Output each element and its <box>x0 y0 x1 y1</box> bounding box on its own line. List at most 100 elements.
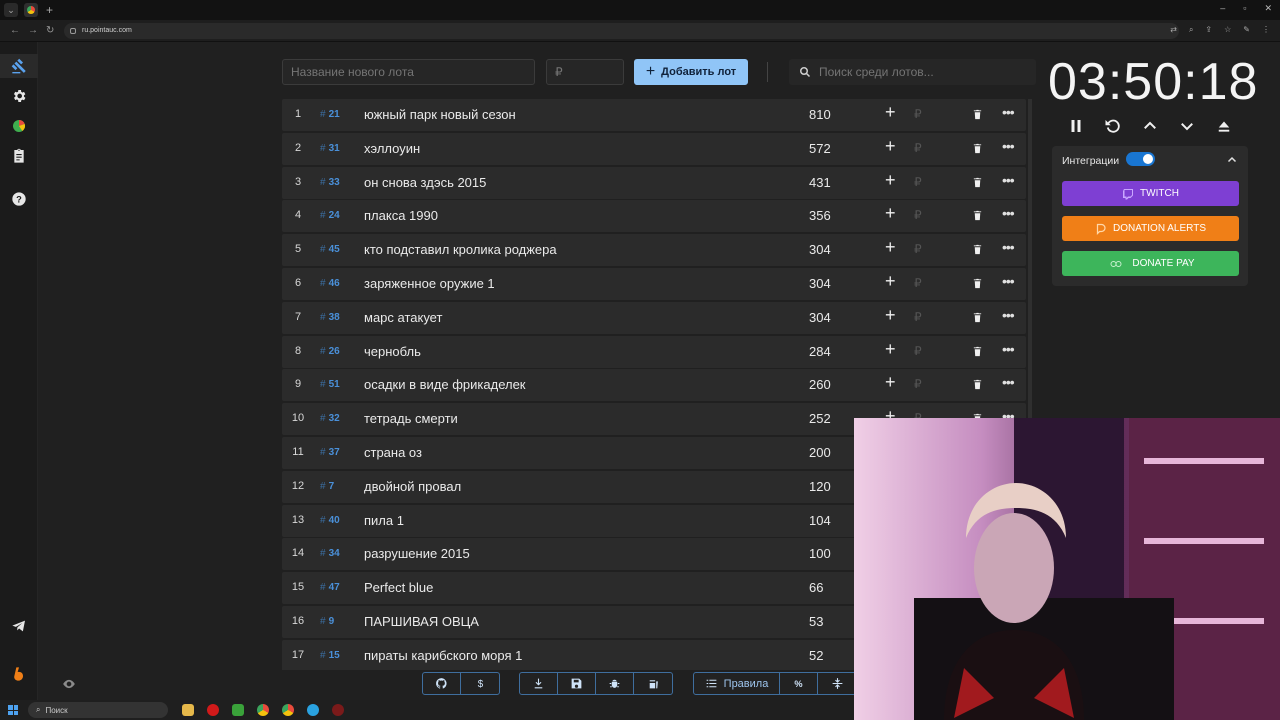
download-button[interactable] <box>520 673 558 694</box>
add-time-button[interactable] <box>1140 116 1159 135</box>
share-icon[interactable]: ⇪ <box>1205 25 1212 35</box>
obs-icon[interactable] <box>332 704 344 716</box>
chrome-icon-2[interactable] <box>282 704 294 716</box>
lot-row[interactable]: 2 #31 хэллоуин 572 + ₽ ••• <box>282 132 1026 165</box>
lot-name[interactable]: тетрадь смерти <box>364 411 458 426</box>
back-icon[interactable]: ← <box>10 25 20 36</box>
lot-amount[interactable]: 284 <box>809 344 831 359</box>
lot-amount[interactable]: 304 <box>809 276 831 291</box>
reduce-time-button[interactable] <box>1177 116 1196 135</box>
lot-search-input[interactable] <box>819 65 1019 79</box>
more-options-button[interactable]: ••• <box>1002 172 1015 188</box>
windows-start-icon[interactable] <box>8 705 18 715</box>
delete-lot-button[interactable] <box>972 345 983 358</box>
lot-id[interactable]: #40 <box>320 515 340 526</box>
telegram-taskbar-icon[interactable] <box>307 704 319 716</box>
lot-name[interactable]: пила 1 <box>364 513 404 528</box>
more-options-button[interactable]: ••• <box>1002 374 1015 390</box>
lot-name[interactable]: пираты карибского моря 1 <box>364 648 522 663</box>
lot-id[interactable]: #32 <box>320 413 340 424</box>
lot-amount[interactable]: 104 <box>809 513 831 528</box>
lot-row[interactable]: 6 #46 заряженное оружие 1 304 + ₽ ••• <box>282 267 1026 300</box>
lot-amount[interactable]: 572 <box>809 141 831 156</box>
lot-name[interactable]: двойной провал <box>364 479 461 494</box>
lot-row[interactable]: 3 #33 он снова здэсь 2015 431 + ₽ ••• <box>282 166 1026 199</box>
lot-id[interactable]: #38 <box>320 312 340 323</box>
sidebar-item-auction[interactable] <box>0 54 38 78</box>
more-options-button[interactable]: ••• <box>1002 205 1015 221</box>
add-amount-button[interactable]: + <box>885 137 896 155</box>
eject-button[interactable] <box>1214 116 1233 135</box>
add-amount-button[interactable]: + <box>885 306 896 324</box>
lot-name[interactable]: марс атакует <box>364 310 442 325</box>
donate-pay-button[interactable]: DONATE PAY <box>1062 251 1239 276</box>
sidebar-item-history[interactable] <box>0 144 38 168</box>
bookmark-star-icon[interactable]: ☆ <box>1224 25 1231 35</box>
lot-name[interactable]: ПАРШИВАЯ ОВЦА <box>364 614 479 629</box>
site-info-icon[interactable] <box>70 27 76 34</box>
delete-lot-button[interactable] <box>972 108 983 121</box>
add-amount-button[interactable]: + <box>885 204 896 222</box>
lot-amount[interactable]: 52 <box>809 648 823 663</box>
tab-list-button[interactable]: ⌄ <box>4 3 18 17</box>
more-options-button[interactable]: ••• <box>1002 138 1015 154</box>
reload-icon[interactable]: ↻ <box>46 25 54 36</box>
save-button[interactable] <box>558 673 596 694</box>
add-amount-button[interactable]: + <box>885 238 896 256</box>
new-tab-button[interactable]: + <box>46 3 53 17</box>
add-lot-button[interactable]: + Добавить лот <box>634 59 748 85</box>
sidebar-item-settings[interactable] <box>0 84 38 108</box>
sidebar-item-telegram[interactable] <box>0 614 38 638</box>
collapse-chevron-icon[interactable] <box>1226 154 1238 166</box>
lot-name[interactable]: плакса 1990 <box>364 208 438 223</box>
lot-id[interactable]: #15 <box>320 650 340 661</box>
lot-id[interactable]: #34 <box>320 548 340 559</box>
lot-amount[interactable]: 66 <box>809 580 823 595</box>
lot-row[interactable]: 9 #51 осадки в виде фрикаделек 260 + ₽ ••• <box>282 369 1026 402</box>
lot-id[interactable]: #31 <box>320 143 340 154</box>
new-lot-amount-input[interactable] <box>546 59 624 85</box>
twitch-button[interactable]: TWITCH <box>1062 181 1239 206</box>
donation-alerts-button[interactable]: DONATION ALERTS <box>1062 216 1239 241</box>
lot-id[interactable]: #26 <box>320 346 340 357</box>
delete-lot-button[interactable] <box>972 142 983 155</box>
add-amount-button[interactable]: + <box>885 373 896 391</box>
lot-id[interactable]: #45 <box>320 244 340 255</box>
delete-lot-button[interactable] <box>972 209 983 222</box>
browser-tab[interactable] <box>24 3 38 17</box>
lot-name[interactable]: страна оз <box>364 445 422 460</box>
lot-id[interactable]: #37 <box>320 447 340 458</box>
lot-row[interactable]: 4 #24 плакса 1990 356 + ₽ ••• <box>282 200 1026 233</box>
opera-icon[interactable] <box>207 704 219 716</box>
delete-lot-button[interactable] <box>972 378 983 391</box>
sidebar-item-help[interactable]: ? <box>0 187 38 211</box>
sidebar-item-wheel[interactable] <box>0 114 38 138</box>
rules-button[interactable]: Правила <box>694 673 780 694</box>
more-options-button[interactable]: ••• <box>1002 104 1015 120</box>
lot-amount[interactable]: 100 <box>809 546 831 561</box>
lot-row[interactable]: 1 #21 южный парк новый сезон 810 + ₽ ••• <box>282 99 1026 131</box>
translate-icon[interactable]: ⇄ <box>1170 25 1177 35</box>
lot-amount[interactable]: 120 <box>809 479 831 494</box>
more-options-button[interactable]: ••• <box>1002 239 1015 255</box>
lot-amount[interactable]: 252 <box>809 411 831 426</box>
lot-id[interactable]: #51 <box>320 379 340 390</box>
lot-name[interactable]: заряженное оружие 1 <box>364 276 495 291</box>
new-lot-name-input[interactable] <box>282 59 535 85</box>
url-field[interactable]: ru.pointauc.com <box>64 22 1179 39</box>
lot-name[interactable]: кто подставил кролика роджера <box>364 242 557 257</box>
delete-lot-button[interactable] <box>972 311 983 324</box>
align-button[interactable] <box>818 673 856 694</box>
donate-link-button[interactable]: $ <box>461 673 499 694</box>
zoom-icon[interactable]: ⌕ <box>1189 25 1193 35</box>
lot-row[interactable]: 7 #38 марс атакует 304 + ₽ ••• <box>282 301 1026 334</box>
add-amount-button[interactable]: + <box>885 340 896 358</box>
lot-amount[interactable]: 304 <box>809 242 831 257</box>
close-icon[interactable]: ✕ <box>1264 3 1272 14</box>
lot-id[interactable]: #24 <box>320 210 340 221</box>
lot-row[interactable]: 5 #45 кто подставил кролика роджера 304 + ₽ ••… <box>282 234 1026 267</box>
lot-amount[interactable]: 810 <box>809 107 831 122</box>
lot-id[interactable]: #46 <box>320 278 340 289</box>
integrations-toggle[interactable] <box>1126 152 1155 166</box>
add-amount-button[interactable]: + <box>885 272 896 290</box>
